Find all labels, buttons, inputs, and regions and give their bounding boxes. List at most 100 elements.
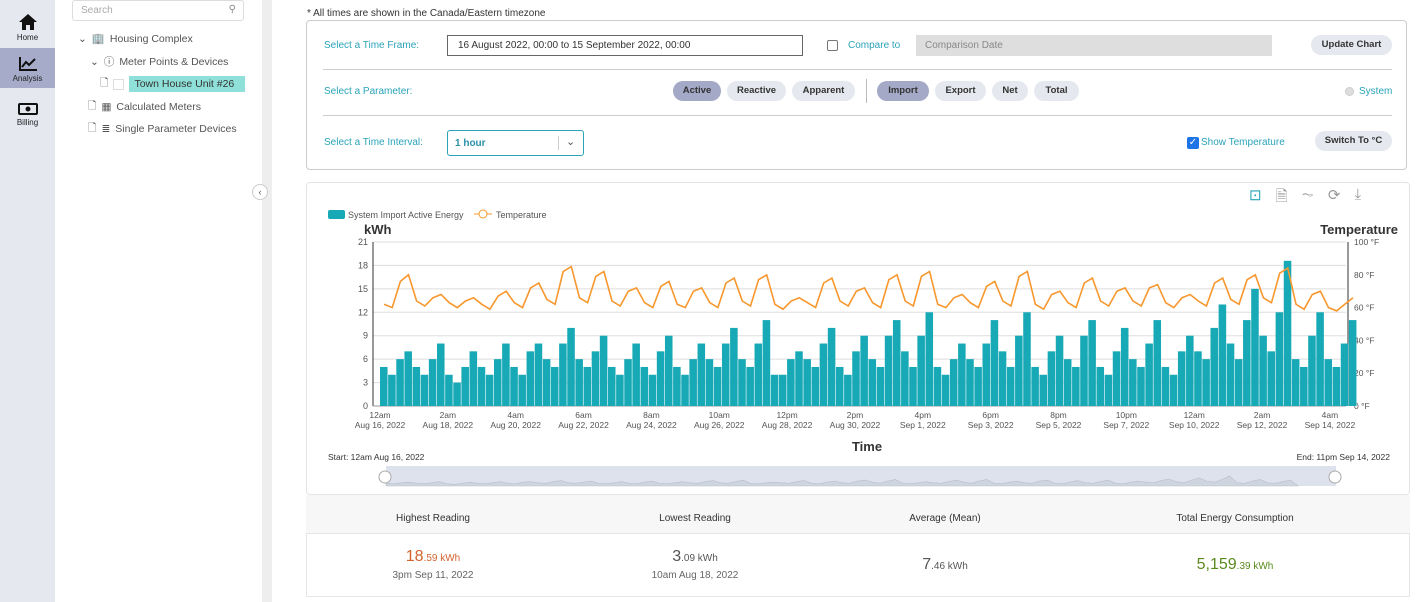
energy-bar [1129, 359, 1137, 406]
energy-bar [1015, 335, 1023, 406]
stat-title: Total Energy Consumption [1176, 513, 1294, 524]
node-label: Meter Points & Devices [119, 55, 229, 68]
legend-label-energy: System Import Active Energy [348, 210, 464, 220]
x-tick-label: Sep 12, 2022 [1237, 420, 1288, 430]
energy-bar [966, 359, 974, 406]
x-tick-label: 12pm [776, 410, 797, 420]
compare-checkbox[interactable] [827, 40, 838, 51]
x-tick-label: Aug 18, 2022 [423, 420, 474, 430]
energy-bar [542, 359, 551, 406]
energy-bar [844, 374, 852, 406]
energy-bar [852, 351, 860, 406]
energy-bar [1186, 335, 1194, 406]
nav-home[interactable]: Home [0, 5, 55, 45]
param-reactive-button[interactable]: Reactive [727, 81, 786, 101]
energy-bar [754, 343, 763, 406]
param-export-button[interactable]: Export [935, 81, 986, 101]
energy-bar [811, 366, 820, 406]
energy-bar [762, 320, 771, 406]
energy-bar [689, 359, 697, 406]
search-input[interactable]: Search ⚲ [72, 0, 244, 21]
param-import-button[interactable]: Import [877, 81, 929, 101]
switch-unit-button[interactable]: Switch To °C [1315, 131, 1392, 151]
energy-chart: System Import Active Energy Temperature kW… [328, 209, 1398, 487]
x-tick-label: Sep 3, 2022 [968, 420, 1014, 430]
stat-title: Average (Mean) [909, 513, 981, 524]
energy-bar [534, 343, 543, 406]
x-tick-label: 2pm [847, 410, 864, 420]
energy-bar [1308, 335, 1316, 406]
param-active-button[interactable]: Active [673, 81, 721, 101]
navigator-handle-start[interactable] [378, 470, 392, 484]
energy-bar [1283, 260, 1292, 406]
energy-bar [420, 374, 429, 406]
energy-bar [591, 351, 600, 406]
interval-select[interactable]: 1 hour ⌄ [447, 130, 584, 156]
navigator-start-label: Start: 12am Aug 16, 2022 [328, 452, 425, 462]
checkbox[interactable] [113, 78, 125, 90]
energy-bar [1023, 312, 1031, 406]
time-frame-input[interactable]: 16 August 2022, 00:00 to 15 September 20… [447, 35, 803, 56]
x-tick-label: Aug 16, 2022 [355, 420, 406, 430]
energy-bar [1161, 366, 1170, 406]
navigator-handle-end[interactable] [1328, 470, 1342, 484]
energy-bar [1031, 366, 1039, 406]
param-apparent-button[interactable]: Apparent [792, 81, 855, 101]
param-total-button[interactable]: Total [1034, 81, 1079, 101]
x-tick-label: Sep 7, 2022 [1103, 420, 1149, 430]
param-net-button[interactable]: Net [992, 81, 1028, 101]
tree-node-meter-points[interactable]: ⌄ ⓘ Meter Points & Devices [90, 54, 228, 69]
energy-bar [477, 366, 486, 406]
system-label: System [1359, 86, 1393, 97]
tree-node-town-house[interactable]: 🗋 Town House Unit #26 [100, 75, 246, 93]
energy-bar [1202, 359, 1210, 406]
nav-billing[interactable]: Billing [0, 94, 55, 134]
file-icon: 🗋 [100, 77, 109, 89]
energy-bar [453, 382, 461, 406]
energy-bar [1259, 335, 1267, 406]
search-icon: ⚲ [228, 4, 236, 15]
x-tick-label: 2am [440, 410, 457, 420]
chevron-down-icon[interactable]: ⌄ [78, 33, 87, 45]
energy-bar [787, 359, 795, 406]
update-chart-button[interactable]: Update Chart [1311, 35, 1392, 55]
energy-bar [575, 359, 583, 406]
tree-node-calculated[interactable]: 🗋 ▦ Calculated Meters [88, 98, 201, 116]
energy-bar [819, 343, 828, 406]
node-label: Town House Unit #26 [129, 76, 246, 92]
energy-bar [1324, 359, 1333, 406]
x-tick-label: Aug 28, 2022 [762, 420, 813, 430]
x-tick-label: 12am [1184, 410, 1205, 420]
energy-bar [730, 327, 738, 406]
show-temperature-checkbox[interactable]: ✓ [1187, 137, 1199, 149]
energy-bar [1137, 366, 1145, 406]
energy-bar [1275, 312, 1284, 406]
x-tick-label: 10pm [1116, 410, 1137, 420]
y2-tick-label: 60 °F [1354, 303, 1374, 313]
y-tick-label: 9 [363, 331, 368, 341]
system-radio[interactable] [1345, 87, 1354, 96]
energy-bar [380, 366, 388, 406]
nav-analysis[interactable]: Analysis [0, 48, 55, 88]
energy-bar [1096, 366, 1105, 406]
nav-label: Billing [16, 118, 39, 127]
stat-value: 5,159.39 kWh [1196, 556, 1274, 573]
collapse-sidebar-button[interactable]: ‹ [252, 184, 268, 200]
energy-bar [770, 374, 779, 406]
energy-bar [1120, 327, 1129, 406]
energy-bar [1300, 366, 1308, 406]
x-tick-label: Sep 10, 2022 [1169, 420, 1220, 430]
energy-bar [640, 366, 649, 406]
tree-node-housing-complex[interactable]: ⌄ 🏢 Housing Complex [78, 32, 193, 46]
chevron-down-icon[interactable]: ⌄ [90, 56, 99, 68]
comparison-date-input[interactable]: Comparison Date [916, 35, 1272, 56]
energy-bar [1316, 312, 1324, 406]
energy-bar [1104, 374, 1113, 406]
energy-bar [933, 366, 942, 406]
energy-bar [803, 359, 811, 406]
y-tick-label: 21 [358, 237, 368, 247]
energy-bar [1267, 351, 1276, 406]
tree-node-single[interactable]: 🗋 ≣ Single Parameter Devices [88, 120, 237, 138]
x-tick-label: 10am [709, 410, 730, 420]
x-tick-label: 12am [369, 410, 390, 420]
